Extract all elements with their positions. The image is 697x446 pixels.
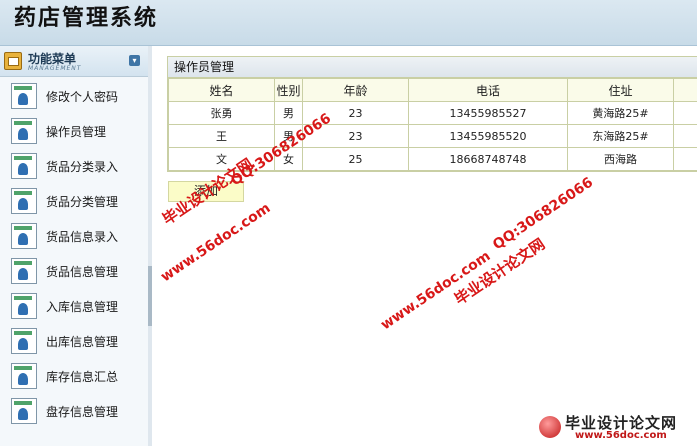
column-header: 姓名	[168, 78, 275, 102]
sidebar-item-label: 出库信息管理	[46, 335, 119, 349]
panel-title: 操作员管理	[168, 57, 697, 78]
user-card-icon	[11, 398, 37, 424]
logo-url: www.56doc.com	[575, 430, 667, 441]
sidebar-item-label: 货品分类录入	[46, 160, 119, 174]
sidebar-item-inventory-summary[interactable]: 库存信息汇总	[0, 357, 148, 392]
user-card-icon	[11, 293, 37, 319]
column-header: 年龄	[302, 78, 409, 102]
user-card-icon	[11, 223, 37, 249]
user-card-icon	[11, 258, 37, 284]
column-header: 电话	[408, 78, 568, 102]
user-card-icon	[11, 118, 37, 144]
cell-address: 西海路	[567, 147, 674, 171]
menu-list: 修改个人密码 操作员管理 货品分类录入 货品分类管理 货品信息录入 货品信息管理…	[0, 77, 148, 427]
cell-age: 23	[302, 101, 409, 125]
cell-address: 黄海路25#	[567, 101, 674, 125]
globe-icon	[539, 416, 561, 438]
app-header: 药店管理系统	[0, 0, 697, 46]
menu-icon	[4, 52, 22, 70]
sidebar-item-label: 入库信息管理	[46, 300, 119, 314]
sidebar-item-category-entry[interactable]: 货品分类录入	[0, 147, 148, 182]
cell-gender: 男	[274, 124, 303, 148]
cell-phone: 18668748748	[408, 147, 568, 171]
sidebar-item-label: 货品分类管理	[46, 195, 119, 209]
column-header	[673, 78, 697, 102]
sidebar-item-goods-entry[interactable]: 货品信息录入	[0, 217, 148, 252]
cell-extra	[673, 124, 697, 148]
menu-subtitle: MANAGEMENT	[28, 65, 82, 72]
table-row: 张勇 男 23 13455985527 黄海路25#	[168, 101, 697, 125]
sidebar-item-goods-manage[interactable]: 货品信息管理	[0, 252, 148, 287]
cell-address: 东海路25#	[567, 124, 674, 148]
cell-gender: 女	[274, 147, 303, 171]
cell-name: 文	[168, 147, 275, 171]
watermark-qq: QQ:306826066	[490, 174, 597, 254]
cell-phone: 13455985520	[408, 124, 568, 148]
app-title: 药店管理系统	[14, 5, 159, 31]
cell-extra	[673, 101, 697, 125]
collapse-icon[interactable]: ▾	[129, 55, 140, 66]
cell-name: 王	[168, 124, 275, 148]
splitter-handle[interactable]	[148, 266, 152, 326]
table-header-row: 姓名 性别 年龄 电话 住址	[168, 78, 697, 102]
watermark-site: www.56doc.com	[378, 248, 494, 334]
cell-extra	[673, 147, 697, 171]
user-card-icon	[11, 328, 37, 354]
user-card-icon	[11, 363, 37, 389]
table-row: 王 男 23 13455985520 东海路25#	[168, 124, 697, 148]
sidebar-item-stock-out[interactable]: 出库信息管理	[0, 322, 148, 357]
sidebar-item-operators[interactable]: 操作员管理	[0, 112, 148, 147]
sidebar-item-label: 货品信息管理	[46, 265, 119, 279]
sidebar-item-label: 盘存信息管理	[46, 405, 119, 419]
watermark-logo: 毕业设计论文网 www.56doc.com	[535, 410, 697, 446]
sidebar-item-label: 库存信息汇总	[46, 370, 119, 384]
sidebar-item-label: 货品信息录入	[46, 230, 119, 244]
sidebar-splitter[interactable]	[148, 46, 152, 446]
menu-header: 功能菜单 MANAGEMENT ▾	[0, 46, 148, 77]
add-button[interactable]: 添加	[168, 181, 244, 202]
sidebar-item-label: 修改个人密码	[46, 90, 119, 104]
cell-gender: 男	[274, 101, 303, 125]
column-header: 住址	[567, 78, 674, 102]
sidebar: 功能菜单 MANAGEMENT ▾ 修改个人密码 操作员管理 货品分类录入 货品…	[0, 46, 149, 446]
watermark-brand: 毕业设计论文网	[451, 234, 549, 309]
cell-age: 25	[302, 147, 409, 171]
user-card-icon	[11, 188, 37, 214]
operator-table: 姓名 性别 年龄 电话 住址 张勇 男 23 13455985527 黄海路25…	[168, 78, 697, 171]
cell-phone: 13455985527	[408, 101, 568, 125]
sidebar-item-stock-in[interactable]: 入库信息管理	[0, 287, 148, 322]
sidebar-item-stocktake[interactable]: 盘存信息管理	[0, 392, 148, 427]
sidebar-item-change-password[interactable]: 修改个人密码	[0, 77, 148, 112]
sidebar-item-category-manage[interactable]: 货品分类管理	[0, 182, 148, 217]
user-card-icon	[11, 153, 37, 179]
sidebar-item-label: 操作员管理	[46, 125, 107, 139]
watermark-site: www.56doc.com	[158, 200, 274, 286]
user-card-icon	[11, 83, 37, 109]
operator-panel: 操作员管理 姓名 性别 年龄 电话 住址 张勇 男 23 13455985527…	[167, 56, 697, 172]
cell-age: 23	[302, 124, 409, 148]
column-header: 性别	[274, 78, 303, 102]
cell-name: 张勇	[168, 101, 275, 125]
table-row: 文 女 25 18668748748 西海路	[168, 147, 697, 171]
